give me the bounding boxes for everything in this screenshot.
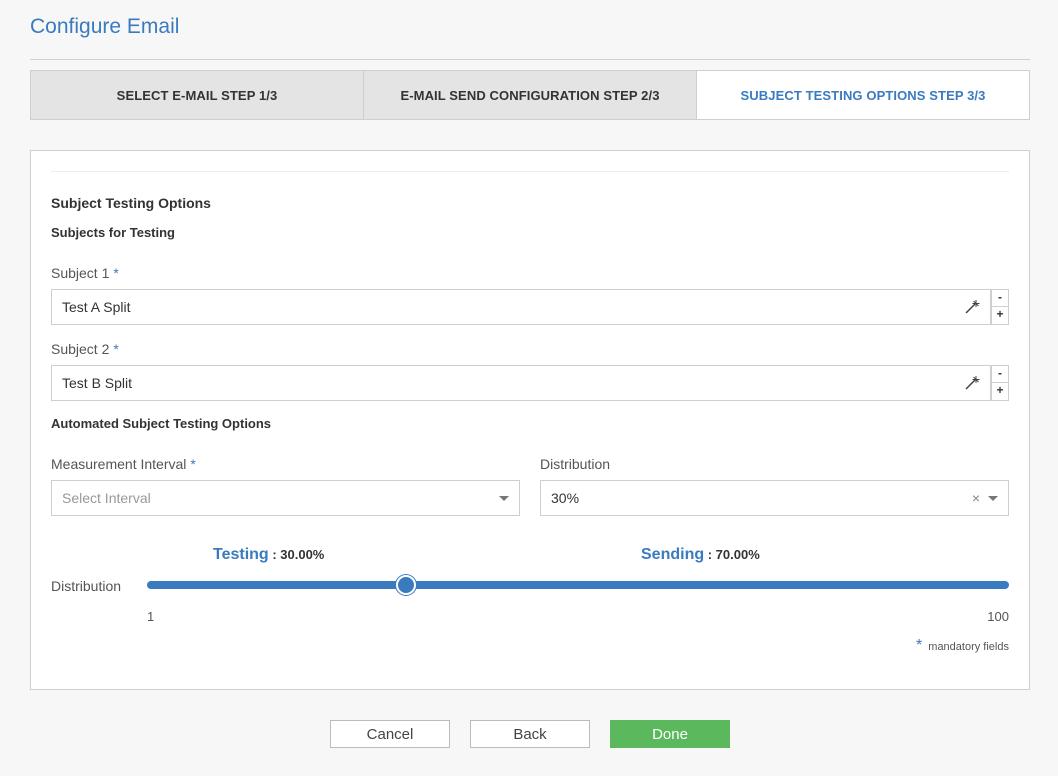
distribution-select[interactable]: 30% ×	[540, 480, 1009, 516]
sending-readout: Sending : 70.00%	[641, 546, 760, 564]
magic-wand-icon[interactable]	[964, 299, 980, 315]
tab-send-configuration[interactable]: E-MAIL SEND CONFIGURATION STEP 2/3	[364, 71, 697, 119]
subject2-label-text: Subject 2	[51, 341, 110, 357]
interval-label-text: Measurement Interval	[51, 456, 187, 472]
automated-options-title: Automated Subject Testing Options	[51, 416, 272, 431]
slider-min-label: 1	[147, 609, 155, 624]
wizard-tabs: SELECT E-MAIL STEP 1/3 E-MAIL SEND CONFI…	[30, 70, 1030, 120]
subject2-stepper: - +	[991, 365, 1009, 401]
subsection-title: Subjects for Testing	[51, 225, 175, 240]
done-button[interactable]: Done	[610, 720, 730, 748]
subject2-value: Test B Split	[62, 375, 133, 391]
testing-value: : 30.00%	[272, 547, 325, 562]
distribution-value: 30%	[551, 490, 580, 506]
subject2-input[interactable]: Test B Split	[51, 365, 991, 401]
distribution-slider-track[interactable]	[147, 581, 1009, 589]
remove-subject-button[interactable]: -	[991, 365, 1009, 383]
subject1-value: Test A Split	[62, 299, 131, 315]
required-marker: *	[113, 341, 119, 357]
title-divider	[30, 59, 1030, 60]
back-button[interactable]: Back	[470, 720, 590, 748]
panel-divider	[51, 171, 1009, 172]
magic-wand-icon[interactable]	[964, 375, 980, 391]
chevron-down-icon	[988, 496, 998, 501]
slider-max-label: 100	[987, 609, 1009, 624]
add-subject-button[interactable]: +	[991, 383, 1009, 401]
required-marker: *	[916, 637, 923, 654]
mandatory-text: mandatory fields	[928, 641, 1009, 653]
required-marker: *	[190, 456, 196, 472]
subject1-label-text: Subject 1	[51, 265, 110, 281]
chevron-down-icon	[499, 496, 509, 501]
add-subject-button[interactable]: +	[991, 307, 1009, 325]
subject-testing-panel: Subject Testing Options Subjects for Tes…	[30, 150, 1030, 690]
subject1-label: Subject 1 *	[51, 265, 119, 281]
slider-label: Distribution	[51, 578, 122, 594]
interval-placeholder: Select Interval	[62, 490, 151, 506]
tab-subject-testing[interactable]: SUBJECT TESTING OPTIONS STEP 3/3	[697, 71, 1029, 119]
cancel-button[interactable]: Cancel	[330, 720, 450, 748]
testing-readout: Testing : 30.00%	[213, 546, 324, 564]
interval-select[interactable]: Select Interval	[51, 480, 520, 516]
clear-icon[interactable]: ×	[972, 490, 980, 506]
required-marker: *	[113, 265, 119, 281]
distribution-label: Distribution	[540, 456, 611, 472]
testing-label: Testing	[213, 546, 269, 563]
distribution-slider-handle[interactable]	[395, 575, 416, 595]
page-title: Configure Email	[30, 15, 180, 38]
sending-value: : 70.00%	[707, 547, 760, 562]
sending-label: Sending	[641, 546, 705, 563]
interval-label: Measurement Interval *	[51, 456, 196, 472]
subject2-label: Subject 2 *	[51, 341, 119, 357]
section-title: Subject Testing Options	[51, 195, 211, 211]
subject1-stepper: - +	[991, 289, 1009, 325]
subject1-input[interactable]: Test A Split	[51, 289, 991, 325]
tab-select-email[interactable]: SELECT E-MAIL STEP 1/3	[31, 71, 364, 119]
mandatory-note: * mandatory fields	[912, 637, 1009, 655]
remove-subject-button[interactable]: -	[991, 289, 1009, 307]
